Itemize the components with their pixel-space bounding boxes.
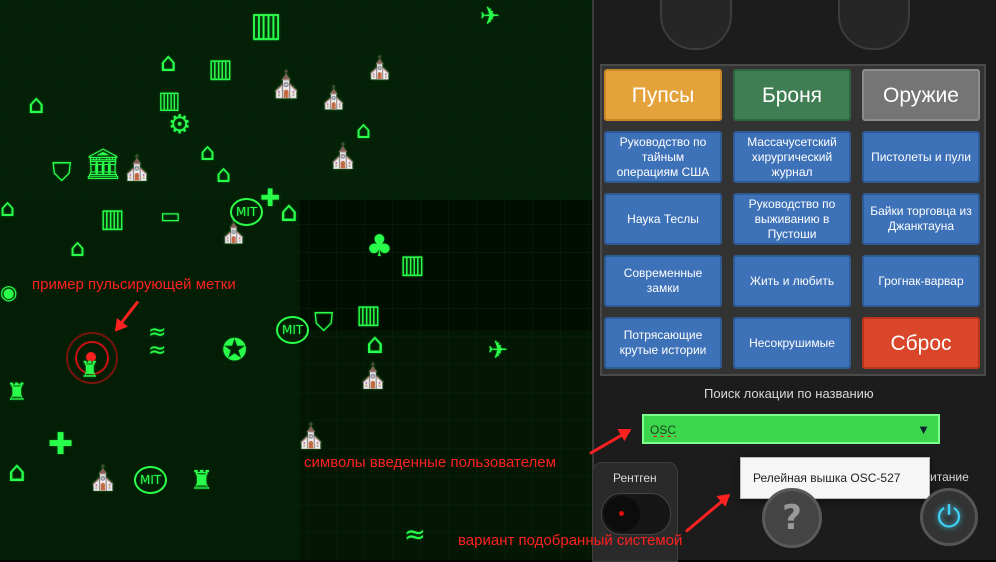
filter-pupsy-button[interactable]: Пупсы <box>604 69 722 121</box>
shield-star-icon[interactable]: ⛉ <box>52 160 72 186</box>
power-label: итание <box>930 470 969 484</box>
house-icon[interactable]: ⌂ <box>216 162 231 186</box>
star-icon[interactable]: ✪ <box>222 336 247 366</box>
pulsing-marker[interactable]: ♜ <box>66 332 118 384</box>
cannon-icon[interactable]: ✈ <box>488 338 508 362</box>
map-land <box>300 330 592 560</box>
annotation-suggested: вариант подобранный системой <box>458 532 683 549</box>
cross-icon[interactable]: ✚ <box>48 430 73 460</box>
question-icon: ? <box>782 498 802 538</box>
house-icon[interactable]: ⌂ <box>8 458 26 486</box>
clover-icon[interactable]: ♣ <box>366 232 393 262</box>
museum-icon[interactable]: 🏛 <box>84 150 122 180</box>
factory-icon[interactable]: ▥ <box>100 206 125 232</box>
annotation-typed: символы введенные пользователем <box>304 454 556 471</box>
factory-icon[interactable]: ▥ <box>250 8 282 42</box>
filter-surgical-journal-button[interactable]: Массачусетский хирургический журнал <box>733 131 851 183</box>
house-icon[interactable]: ⌂ <box>200 140 215 164</box>
search-label: Поиск локации по названию <box>704 386 874 401</box>
help-button[interactable]: ? <box>762 488 822 548</box>
search-input[interactable] <box>648 420 892 440</box>
tower-icon: ♜ <box>80 358 100 383</box>
filter-live-love-button[interactable]: Жить и любить <box>733 255 851 307</box>
filter-wasteland-survival-button[interactable]: Руководство по выживанию в Пустоши <box>733 193 851 245</box>
house-icon[interactable]: ⌂ <box>160 50 177 76</box>
map-land <box>0 200 300 560</box>
church-icon[interactable]: ⛪ <box>358 364 388 388</box>
factory-icon[interactable]: ▥ <box>356 302 381 328</box>
mit-icon[interactable]: MIT <box>134 466 168 494</box>
chevron-down-icon[interactable]: ▼ <box>917 422 930 437</box>
filter-covert-ops-button[interactable]: Руководство по тайным операциям США <box>604 131 722 183</box>
toggle-indicator <box>619 511 624 516</box>
gear-icon[interactable]: ⚙ <box>168 112 191 138</box>
cross-icon[interactable]: ✚ <box>260 186 280 210</box>
filter-grognak-button[interactable]: Грогнак-варвар <box>862 255 980 307</box>
power-button[interactable]: ⏻ <box>920 488 978 546</box>
filter-junktown-button[interactable]: Байки торговца из Джанктауна <box>862 193 980 245</box>
house-icon[interactable]: ⌂ <box>28 92 45 118</box>
church-icon[interactable]: ⛪ <box>320 88 347 110</box>
church-icon[interactable]: ⛪ <box>88 466 118 490</box>
filter-locks-button[interactable]: Современные замки <box>604 255 722 307</box>
xray-toggle[interactable] <box>601 493 671 535</box>
filter-guns-bullets-button[interactable]: Пистолеты и пули <box>862 131 980 183</box>
church-icon[interactable]: ⛪ <box>366 58 393 80</box>
factory-icon[interactable]: ▥ <box>208 56 233 82</box>
mit-icon[interactable]: MIT <box>276 316 310 344</box>
airplane-icon[interactable]: ✈ <box>480 4 500 28</box>
boat-icon[interactable]: ≈ <box>148 340 166 362</box>
factory-icon[interactable]: ▥ <box>158 88 181 112</box>
house-icon[interactable]: ⌂ <box>280 198 298 226</box>
house-icon[interactable]: ⌂ <box>0 196 15 220</box>
church-icon[interactable]: ⛪ <box>270 72 302 98</box>
filter-unstoppables-button[interactable]: Несокрушимые <box>733 317 851 369</box>
boat-icon[interactable]: ≈ <box>404 522 426 548</box>
house-icon[interactable]: ⌂ <box>70 236 85 260</box>
factory-icon[interactable]: ▥ <box>400 252 425 278</box>
church-icon[interactable]: ⛪ <box>122 156 152 180</box>
reset-button[interactable]: Сброс <box>862 317 980 369</box>
shield-star-icon[interactable]: ⛉ <box>314 310 334 336</box>
radio-icon[interactable]: ◉ <box>0 282 17 302</box>
xray-label: Рентген <box>613 471 657 485</box>
annotation-pulse: пример пульсирующей метки <box>32 276 236 293</box>
power-icon: ⏻ <box>937 499 961 535</box>
house-icon[interactable]: ⌂ <box>356 118 371 142</box>
tower-icon[interactable]: ♜ <box>6 380 28 404</box>
filter-astoundingly-button[interactable]: Потрясающие крутые истории <box>604 317 722 369</box>
search-select[interactable]: ▼ <box>642 414 940 444</box>
filter-weapons-button[interactable]: Оружие <box>862 69 980 121</box>
tower-icon[interactable]: ♜ <box>190 468 213 494</box>
filter-armor-button[interactable]: Броня <box>733 69 851 121</box>
search-suggestion[interactable]: Релейная вышка OSC-527 <box>740 457 930 499</box>
church-icon[interactable]: ⛪ <box>328 144 358 168</box>
mit-icon[interactable]: MIT <box>230 198 264 226</box>
filter-tesla-button[interactable]: Наука Теслы <box>604 193 722 245</box>
house-icon[interactable]: ⌂ <box>366 330 384 358</box>
bus-icon[interactable]: ▭ <box>160 206 181 228</box>
church-icon[interactable]: ⛪ <box>296 424 326 448</box>
